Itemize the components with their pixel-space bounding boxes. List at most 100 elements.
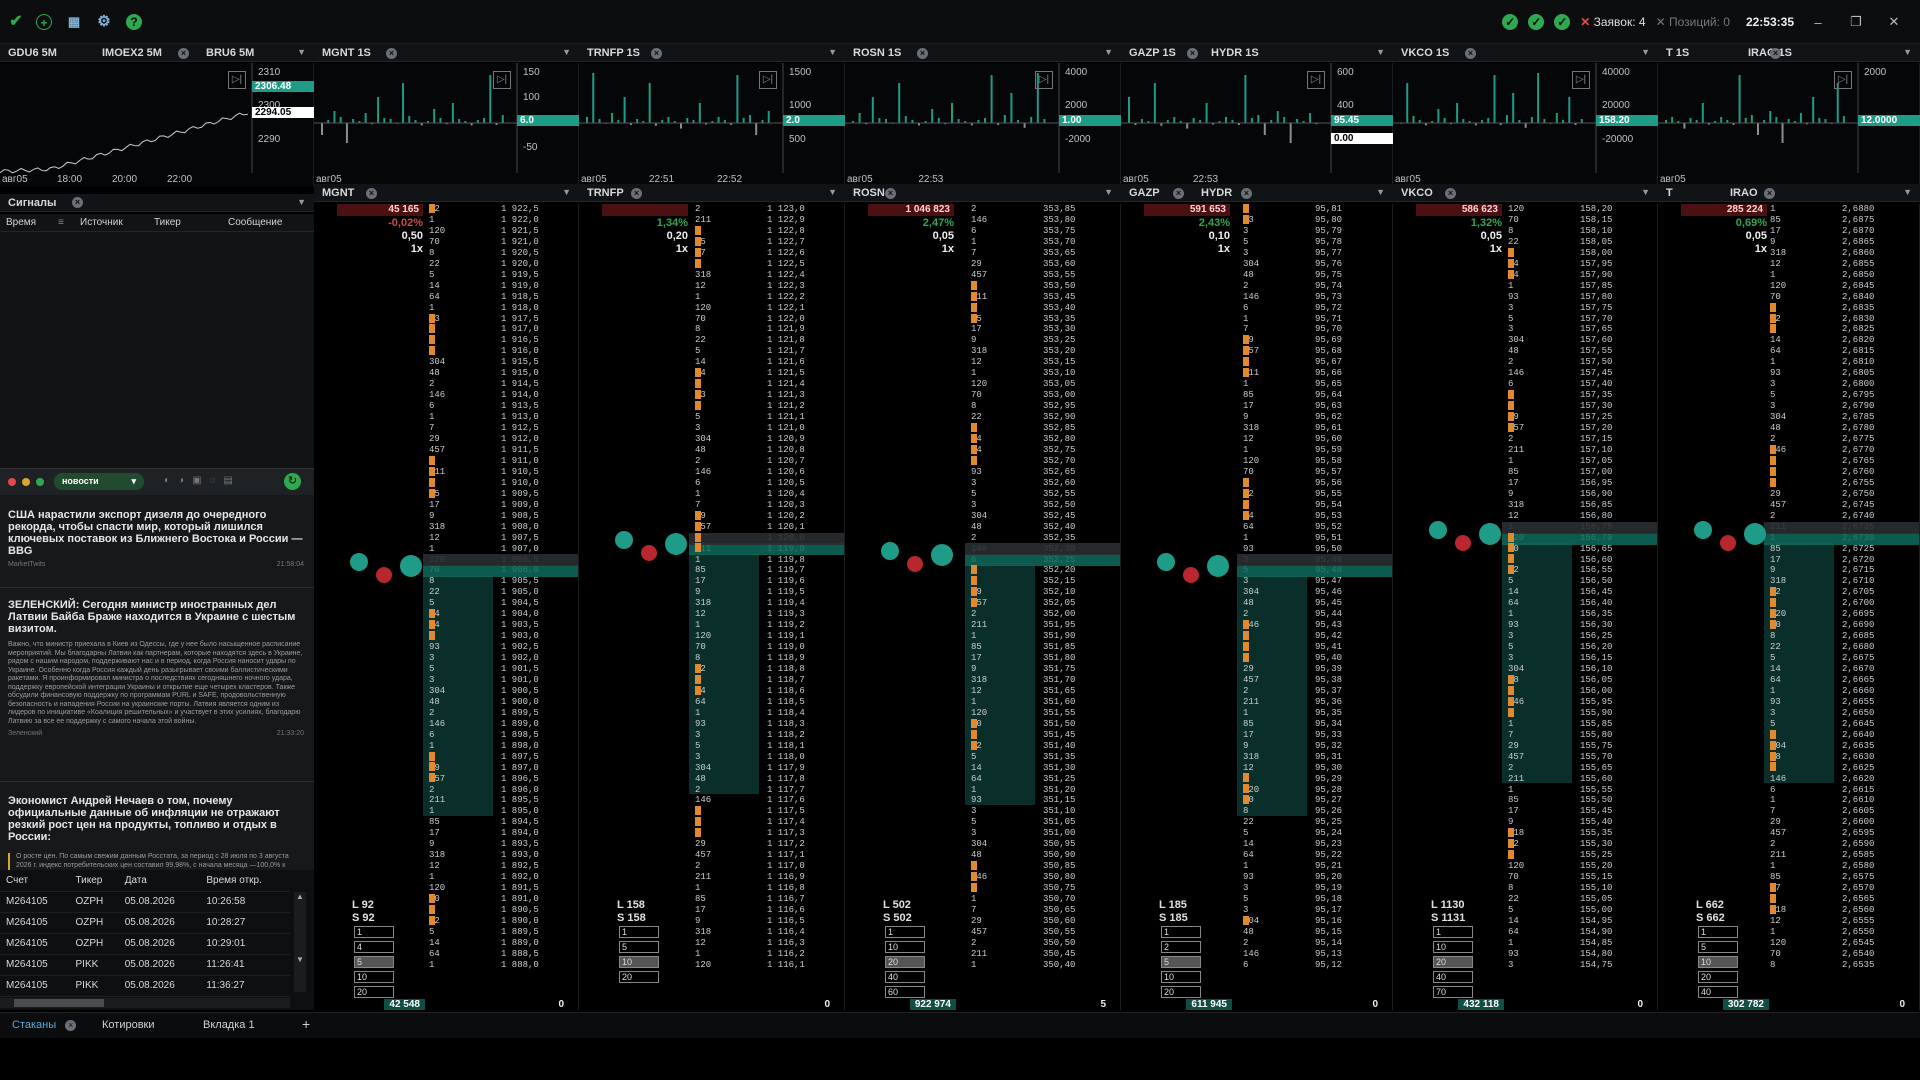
- quick-quantity-button[interactable]: 1: [1433, 926, 1473, 938]
- quick-quantity-button[interactable]: 10: [619, 956, 659, 968]
- price-chart[interactable]: 1500 1000 500 2.0 ▷| авг05 22:51 22:52: [579, 63, 845, 187]
- add-tab-button[interactable]: +: [302, 1016, 310, 1032]
- help-icon[interactable]: ?: [126, 14, 142, 30]
- chart-tab[interactable]: GAZP 1S: [1129, 47, 1176, 59]
- chevron-down-icon[interactable]: ▼: [1903, 187, 1912, 197]
- chart-tab[interactable]: BRU6 5M: [206, 47, 254, 59]
- close-orderbook-icon[interactable]: ×: [366, 188, 377, 199]
- orderbook[interactable]: 2,6880 2,6875 2,6870 2,6865 2,6860 2,685…: [1658, 204, 1920, 1010]
- close-chart-icon[interactable]: ×: [178, 48, 189, 59]
- quick-quantity-button[interactable]: 10: [885, 941, 925, 953]
- table-row[interactable]: M264105 OZPH 05.08.2026 10:29:01: [0, 933, 290, 955]
- chevron-down-icon[interactable]: ▼: [562, 47, 571, 57]
- best-bid-row[interactable]: [689, 543, 844, 556]
- chart-tab[interactable]: IMOEX2 5M: [102, 47, 162, 59]
- orderbook-tab[interactable]: ROSN: [853, 187, 885, 199]
- col-ticker[interactable]: Тикер: [148, 214, 222, 231]
- quick-quantity-button[interactable]: 20: [1698, 971, 1738, 983]
- close-chart-icon[interactable]: ×: [917, 48, 928, 59]
- chevron-down-icon[interactable]: ▼: [1641, 187, 1650, 197]
- price-ladder[interactable]: 158,20 158,15 158,10 158,05 158,00 157,9…: [1580, 204, 1612, 971]
- close-tab-icon[interactable]: ×: [65, 1020, 77, 1031]
- scroll-to-end-icon[interactable]: ▷|: [1834, 71, 1852, 89]
- horizontal-scrollbar[interactable]: [0, 998, 290, 1008]
- news-item[interactable]: США нарастили экспорт дизеля до очередно…: [8, 509, 304, 568]
- chevron-down-icon[interactable]: ▼: [1376, 47, 1385, 57]
- close-orderbook-icon[interactable]: ×: [1173, 188, 1184, 199]
- quick-quantity-button[interactable]: 60: [885, 986, 925, 998]
- close-chart-icon[interactable]: ×: [651, 48, 662, 59]
- tab-stakany[interactable]: Стаканы ×: [12, 1019, 77, 1031]
- orderbook-tab[interactable]: GAZP: [1129, 187, 1160, 199]
- quick-quantity-button[interactable]: 10: [1433, 941, 1473, 953]
- orderbook-tab[interactable]: IRAO: [1730, 187, 1758, 199]
- price-ladder[interactable]: 353,85 353,80 353,75 353,70 353,65 353,6…: [1043, 204, 1075, 971]
- quick-quantity-button[interactable]: 1: [354, 926, 394, 938]
- orderbook-tab[interactable]: HYDR: [1201, 187, 1232, 199]
- chevron-down-icon[interactable]: ▼: [297, 47, 306, 57]
- chart-tab[interactable]: MGNT 1S: [322, 47, 371, 59]
- quick-quantity-button[interactable]: 1: [885, 926, 925, 938]
- scroll-to-end-icon[interactable]: ▷|: [228, 71, 246, 89]
- orderbook[interactable]: 1 123,0 1 122,9 1 122,8 1 122,7 1 122,6 …: [579, 204, 845, 1010]
- quick-quantity-button[interactable]: 5: [1698, 941, 1738, 953]
- table-row[interactable]: M264105 OZPH 05.08.2026 10:26:58: [0, 891, 290, 913]
- best-ask-row[interactable]: [1502, 521, 1657, 534]
- best-ask-row[interactable]: [1237, 554, 1392, 567]
- best-ask-row[interactable]: [689, 532, 844, 545]
- close-chart-icon[interactable]: ×: [1465, 48, 1476, 59]
- minimize-icon[interactable]: –: [1804, 15, 1832, 30]
- col-message[interactable]: Сообщение: [222, 214, 288, 231]
- quick-quantity-button[interactable]: 10: [1698, 956, 1738, 968]
- scroll-to-end-icon[interactable]: ▷|: [1035, 71, 1053, 89]
- quick-quantity-button[interactable]: 40: [885, 971, 925, 983]
- col-source[interactable]: Источник: [74, 214, 148, 231]
- add-icon[interactable]: +: [36, 14, 52, 30]
- window-min-dot[interactable]: [22, 478, 30, 486]
- scroll-to-end-icon[interactable]: ▷|: [1307, 71, 1325, 89]
- scroll-to-end-icon[interactable]: ▷|: [493, 71, 511, 89]
- quick-quantity-button[interactable]: 1: [1698, 926, 1738, 938]
- multiplier[interactable]: 1x: [1218, 243, 1230, 255]
- best-bid-row[interactable]: [423, 565, 578, 578]
- close-chart-icon[interactable]: ×: [1187, 48, 1198, 59]
- window-max-dot[interactable]: [36, 478, 44, 486]
- chart-tab[interactable]: T 1S: [1666, 47, 1689, 59]
- price-ladder[interactable]: 95,81 95,80 95,79 95,78 95,77 95,76 95,7…: [1315, 204, 1342, 971]
- quick-quantity-button[interactable]: 4: [354, 941, 394, 953]
- table-icon[interactable]: ▦: [66, 14, 82, 30]
- close-orderbook-icon[interactable]: ×: [1764, 188, 1775, 199]
- quick-quantity-button[interactable]: 20: [619, 971, 659, 983]
- orders-count[interactable]: ✕ Заявок: 4: [1580, 15, 1645, 29]
- chevron-down-icon[interactable]: ▼: [1104, 187, 1113, 197]
- chart-tab[interactable]: VKCO 1S: [1401, 47, 1449, 59]
- orderbook[interactable]: 158,20 158,15 158,10 158,05 158,00 157,9…: [1393, 204, 1658, 1010]
- table-row[interactable]: M264105 PIKK 05.08.2026 11:36:27: [0, 975, 290, 997]
- price-chart[interactable]: 2310 2300 2290 2306.48 2294.05 ▷| авг05 18:00 20…: [0, 63, 314, 187]
- best-ask-row[interactable]: [1764, 521, 1919, 534]
- close-positions-icon[interactable]: ✕: [1656, 15, 1669, 29]
- news-toolbar-icons[interactable]: ◐◑▣◌▤: [164, 475, 241, 486]
- orderbook[interactable]: 353,85 353,80 353,75 353,70 353,65 353,6…: [845, 204, 1121, 1010]
- best-bid-row[interactable]: [965, 554, 1120, 567]
- multiplier[interactable]: 1x: [676, 243, 688, 255]
- vertical-scrollbar[interactable]: ▲ ▼: [294, 892, 306, 992]
- close-signals-icon[interactable]: ×: [72, 197, 83, 208]
- best-bid-row[interactable]: [1237, 565, 1392, 578]
- chart-tab[interactable]: HYDR 1S: [1211, 47, 1259, 59]
- close-orderbook-icon[interactable]: ×: [1241, 188, 1252, 199]
- quick-quantity-button[interactable]: 10: [354, 971, 394, 983]
- quick-quantity-button[interactable]: 70: [1433, 986, 1473, 998]
- orderbook-tab[interactable]: TRNFP: [587, 187, 624, 199]
- positions-count[interactable]: ✕ Позиций: 0: [1656, 15, 1730, 29]
- close-orderbook-icon[interactable]: ×: [1445, 188, 1456, 199]
- maximize-icon[interactable]: ❐: [1842, 14, 1870, 30]
- quick-quantity-button[interactable]: 1: [1161, 926, 1201, 938]
- orderbook[interactable]: 95,81 95,80 95,79 95,78 95,77 95,76 95,7…: [1121, 204, 1393, 1010]
- quick-quantity-button[interactable]: 5: [619, 941, 659, 953]
- orderbook-tab[interactable]: MGNT: [322, 187, 354, 199]
- tab-kotirovki[interactable]: Котировки: [102, 1019, 155, 1031]
- quick-quantity-button[interactable]: 2: [1161, 941, 1201, 953]
- chevron-down-icon[interactable]: ▼: [828, 187, 837, 197]
- close-icon[interactable]: ✕: [1880, 14, 1908, 30]
